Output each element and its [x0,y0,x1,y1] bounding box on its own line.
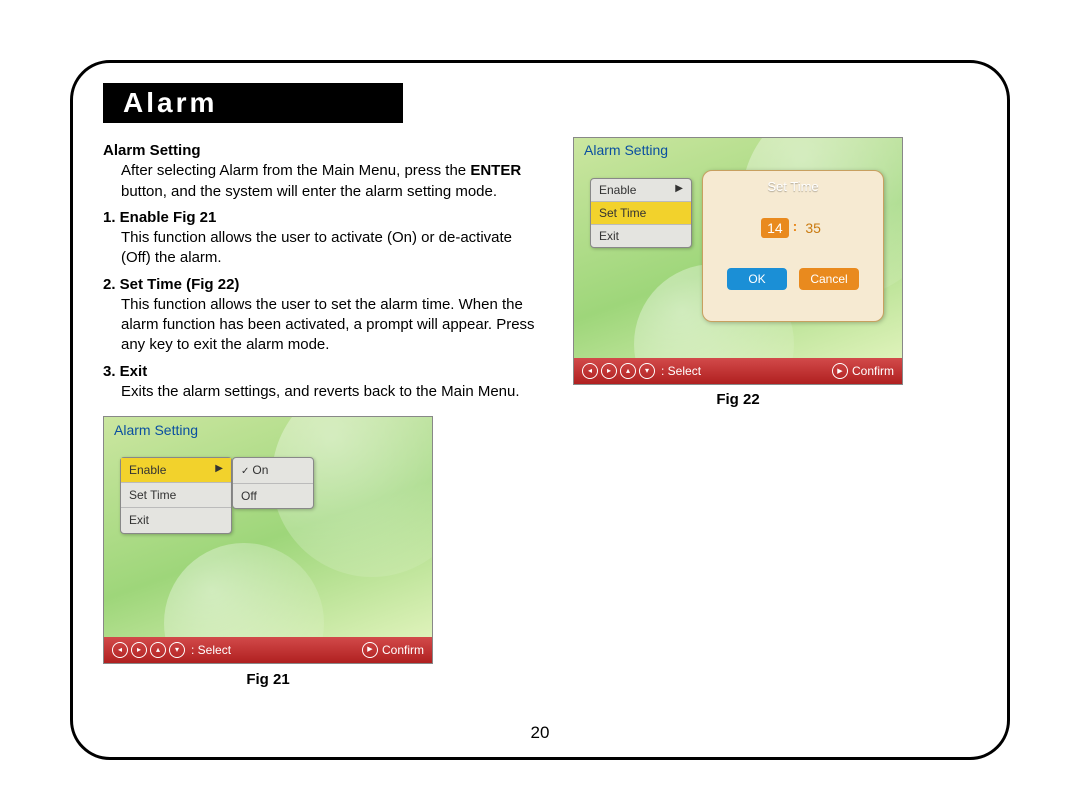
arrow-up-icon: ▴ [150,642,166,658]
fig22-confirm-label: Confirm [852,364,894,378]
ok-button[interactable]: OK [727,268,787,290]
fig21-select-label: Select [198,643,231,657]
fig21-footer-left: ◂ ▸ ▴ ▾ : Select [112,642,231,658]
fig22-footer-select: : Select [661,364,701,378]
fig21-submenu-off[interactable]: Off [233,484,313,508]
cancel-button[interactable]: Cancel [799,268,859,290]
fig22-panel-title: Set Time [703,171,883,194]
alarm-setting-body-b: button, and the system will enter the al… [121,183,497,200]
section-title: Alarm [103,83,403,123]
fig21-caption: Fig 21 [103,670,433,690]
fig22-menu-enable[interactable]: Enable ▶ [591,179,691,202]
fig22-select-label: Select [668,364,701,378]
fig21-menu-enable[interactable]: Enable ▶ [121,458,231,483]
fig22-screen-title: Alarm Setting [584,142,668,158]
settime-body: This function allows the user to set the… [121,295,543,356]
fig22-menu-enable-label: Enable [599,183,636,197]
arrow-down-icon: ▾ [169,642,185,658]
check-icon: ✓ [241,466,249,477]
fig21-on-label: On [252,463,268,477]
fig21-submenu-on[interactable]: ✓On [233,458,313,484]
fig21-footer-right: ▶ Confirm [362,642,424,658]
fig22-time-value: 14 : 35 [703,218,883,238]
fig21-screen-title: Alarm Setting [114,421,198,440]
fig22-footer: ◂ ▸ ▴ ▾ : Select ▶ Confirm [574,358,902,384]
fig21-menu-exit[interactable]: Exit [121,508,231,532]
fig21-submenu: ✓On Off [232,457,314,509]
play-icon: ▶ [362,642,378,658]
fig21-menu-settime[interactable]: Set Time [121,483,231,508]
arrow-right-icon: ▸ [601,363,617,379]
enable-body: This function allows the user to activat… [121,228,543,269]
fig22-menu: Enable ▶ Set Time Exit [590,178,692,248]
fig22-footer-right: ▶ Confirm [832,363,894,379]
chevron-right-icon: ▶ [675,183,683,197]
fig22-time-hour[interactable]: 14 [761,218,789,238]
fig21-off-label: Off [241,489,257,503]
fig22-footer-left: ◂ ▸ ▴ ▾ : Select [582,363,701,379]
fig22-menu-exit[interactable]: Exit [591,225,691,247]
fig22-settime-panel: Set Time 14 : 35 OK Cancel [702,170,884,322]
fig22-screen: Alarm Setting Enable ▶ Set Time Exit Set… [573,137,903,385]
exit-heading: 3. Exit [103,362,543,382]
arrow-down-icon: ▾ [639,363,655,379]
arrow-left-icon: ◂ [112,642,128,658]
exit-body: Exits the alarm settings, and reverts ba… [121,382,543,402]
fig22-panel-buttons: OK Cancel [703,268,883,290]
fig22-menu-settime-label: Set Time [599,206,646,220]
enter-keyword: ENTER [470,162,521,179]
time-colon: : [793,218,798,238]
play-icon: ▶ [832,363,848,379]
settime-heading: 2. Set Time (Fig 22) [103,275,543,295]
alarm-setting-body: After selecting Alarm from the Main Menu… [121,161,543,202]
fig22-time-minute[interactable]: 35 [801,218,825,238]
fig21-menu-exit-label: Exit [129,512,149,528]
fig22-menu-exit-label: Exit [599,229,619,243]
left-column: Alarm Setting After selecting Alarm from… [103,137,543,690]
fig21-footer: ◂ ▸ ▴ ▾ : Select ▶ Confirm [104,637,432,663]
fig21-screen: Alarm Setting Enable ▶ Set Time Exit [103,416,433,664]
page-frame: Alarm Alarm Setting After selecting Alar… [70,60,1010,760]
enable-heading: 1. Enable Fig 21 [103,208,543,228]
fig21-menu-settime-label: Set Time [129,487,176,503]
direction-icons: ◂ ▸ ▴ ▾ [112,642,185,658]
content-columns: Alarm Setting After selecting Alarm from… [103,137,977,690]
fig21-menu-enable-label: Enable [129,462,166,478]
page-number: 20 [73,723,1007,743]
fig21-confirm-label: Confirm [382,642,424,658]
chevron-right-icon: ▶ [215,462,223,478]
fig22-caption: Fig 22 [573,391,903,408]
arrow-right-icon: ▸ [131,642,147,658]
alarm-setting-heading: Alarm Setting [103,141,543,161]
arrow-up-icon: ▴ [620,363,636,379]
direction-icons: ◂ ▸ ▴ ▾ [582,363,655,379]
fig21-footer-select: : Select [191,642,231,658]
right-column: Alarm Setting Enable ▶ Set Time Exit Set… [573,137,973,690]
arrow-left-icon: ◂ [582,363,598,379]
fig21-menu: Enable ▶ Set Time Exit [120,457,232,534]
alarm-setting-body-a: After selecting Alarm from the Main Menu… [121,162,466,179]
fig22-menu-settime[interactable]: Set Time [591,202,691,225]
